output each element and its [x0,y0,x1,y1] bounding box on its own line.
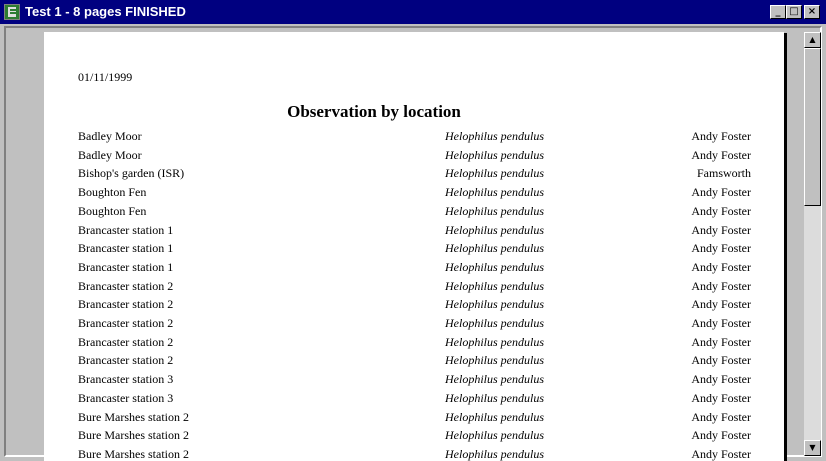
species-cell: Helophilus pendulus [445,297,544,312]
species-cell: Helophilus pendulus [445,222,544,237]
report-app-icon[interactable] [4,4,20,20]
table-row: Bishop's garden (ISR) Helophilus pendulus… [44,166,784,184]
location-cell: Boughton Fen [78,203,147,218]
recorder-cell: Andy Foster [691,372,751,387]
table-row: Bure Marshes station 2 Helophilus pendulu… [44,410,784,428]
species-cell: Helophilus pendulus [445,147,544,162]
report-page[interactable]: 01/11/1999 Observation by location Badle… [44,32,784,461]
table-row: Badley Moor Helophilus pendulus Andy Foste… [44,129,784,147]
scroll-up-button[interactable]: ▲ [804,32,821,48]
recorder-cell: Andy Foster [691,185,751,200]
table-row: Bure Marshes station 2 Helophilus pendulu… [44,447,784,461]
close-icon: × [807,6,817,17]
recorder-cell: Andy Foster [691,203,751,218]
species-cell: Helophilus pendulus [445,390,544,405]
location-cell: Brancaster station 2 [78,278,174,293]
location-cell: Bishop's garden (ISR) [78,166,185,181]
recorder-cell: Andy Foster [691,222,751,237]
location-cell: Boughton Fen [78,185,147,200]
species-cell: Helophilus pendulus [445,372,544,387]
location-cell: Brancaster station 3 [78,390,174,405]
report-date: 01/11/1999 [78,70,133,84]
table-row: Brancaster station 1 Helophilus pendulus A… [44,223,784,241]
species-cell: Helophilus pendulus [445,409,544,424]
close-button[interactable]: × [804,5,820,19]
recorder-cell: Andy Foster [691,353,751,368]
up-arrow-icon: ▲ [809,35,816,44]
recorder-cell: Andy Foster [691,259,751,274]
table-row: Brancaster station 3 Helophilus pendulus A… [44,391,784,409]
species-cell: Helophilus pendulus [445,446,544,461]
species-cell: Helophilus pendulus [445,428,544,443]
minimize-icon: _ [775,6,781,17]
recorder-cell: Andy Foster [691,297,751,312]
recorder-cell: Andy Foster [691,147,751,162]
recorder-cell: Andy Foster [691,278,751,293]
species-cell: Helophilus pendulus [445,259,544,274]
location-cell: Brancaster station 2 [78,334,174,349]
table-row: Badley Moor Helophilus pendulus Andy Foste… [44,148,784,166]
species-cell: Helophilus pendulus [445,278,544,293]
location-cell: Bure Marshes station 2 [78,409,189,424]
location-cell: Badley Moor [78,147,142,162]
species-cell: Helophilus pendulus [445,241,544,256]
location-cell: Brancaster station 1 [78,259,174,274]
species-cell: Helophilus pendulus [445,129,544,143]
table-row: Brancaster station 2 Helophilus pendulus A… [44,335,784,353]
species-cell: Helophilus pendulus [445,334,544,349]
recorder-cell: Andy Foster [691,334,751,349]
down-arrow-icon: ▼ [809,443,816,452]
table-row: Bure Marshes station 2 Helophilus pendulu… [44,428,784,446]
location-cell: Brancaster station 2 [78,316,174,330]
title-bar[interactable]: Test 1 - 8 pages FINISHED _ □ × [0,0,826,24]
recorder-cell: Andy Foster [691,241,751,256]
species-cell: Helophilus pendulus [445,185,544,200]
report-title: Observation by location [287,102,461,121]
location-cell: Badley Moor [78,129,142,143]
recorder-cell: Andy Foster [691,409,751,424]
species-cell: Helophilus pendulus [445,166,544,181]
recorder-cell: Andy Foster [691,316,751,330]
table-row: Brancaster station 2 Helophilus pendulus A… [44,316,784,334]
location-cell: Brancaster station 1 [78,222,174,237]
species-cell: Helophilus pendulus [445,316,544,330]
table-row: Brancaster station 1 Helophilus pendulus A… [44,260,784,278]
species-cell: Helophilus pendulus [445,203,544,218]
maximize-icon: □ [789,6,799,17]
recorder-cell: Andy Foster [691,428,751,443]
table-row: Brancaster station 1 Helophilus pendulus A… [44,241,784,259]
table-row: Brancaster station 2 Helophilus pendulus A… [44,353,784,371]
window-title: Test 1 - 8 pages FINISHED [25,4,186,19]
recorder-cell: Famsworth [697,166,751,181]
species-cell: Helophilus pendulus [445,353,544,368]
table-row: Brancaster station 2 Helophilus pendulus A… [44,297,784,315]
scroll-thumb[interactable] [804,48,821,206]
vertical-scrollbar[interactable]: ▲ ▼ [804,32,821,456]
location-cell: Bure Marshes station 2 [78,428,189,443]
table-row: Brancaster station 3 Helophilus pendulus A… [44,372,784,390]
location-cell: Brancaster station 2 [78,297,174,312]
scroll-down-button[interactable]: ▼ [804,440,821,456]
location-cell: Brancaster station 3 [78,372,174,387]
table-row: Boughton Fen Helophilus pendulus Andy Fost… [44,185,784,203]
table-row: Brancaster station 2 Helophilus pendulus A… [44,279,784,297]
table-row: Boughton Fen Helophilus pendulus Andy Fost… [44,204,784,222]
maximize-button[interactable]: □ [786,5,802,19]
location-cell: Brancaster station 1 [78,241,174,256]
recorder-cell: Andy Foster [691,446,751,461]
recorder-cell: Andy Foster [691,390,751,405]
location-cell: Brancaster station 2 [78,353,174,368]
minimize-button[interactable]: _ [770,5,786,19]
recorder-cell: Andy Foster [691,129,751,143]
location-cell: Bure Marshes station 2 [78,446,189,461]
